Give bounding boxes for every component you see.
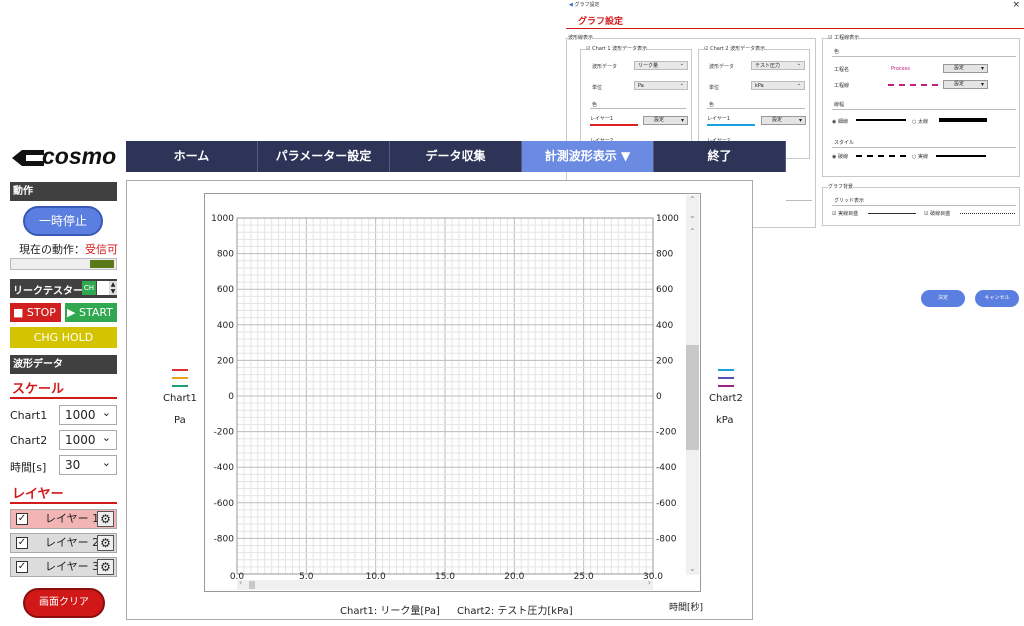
chart1-axis-unit: Pa (174, 415, 186, 426)
right-y-tick-label: 600 (656, 285, 673, 295)
right-y-tick-label: -800 (656, 534, 677, 544)
left-y-tick-label: 200 (217, 356, 234, 366)
scroll-down-icon[interactable]: ⌄ (689, 211, 696, 220)
left-y-tick-label: -800 (214, 534, 235, 544)
scroll-up-icon[interactable]: ⌃ (689, 227, 696, 236)
right-y-tick-label: 400 (656, 321, 673, 331)
left-y-tick-label: 1000 (211, 214, 234, 224)
right-y-tick-label: 0 (656, 392, 662, 402)
scroll-down-icon[interactable]: ⌄ (689, 564, 696, 573)
scroll-up-icon[interactable]: ⌃ (689, 195, 696, 204)
vertical-scroll-thumb[interactable] (686, 345, 699, 450)
chart1-caption: Chart1: リーク量[Pa] (340, 606, 440, 617)
scroll-right-icon[interactable]: › (648, 578, 651, 587)
right-y-tick-label: 1000 (656, 214, 679, 224)
left-y-tick-label: 0 (228, 392, 234, 402)
right-y-tick-label: 800 (656, 250, 673, 260)
left-y-tick-label: 400 (217, 321, 234, 331)
left-y-tick-label: -200 (214, 428, 235, 438)
left-y-tick-label: 600 (217, 285, 234, 295)
right-y-tick-label: -200 (656, 428, 677, 438)
right-y-tick-label: -600 (656, 499, 677, 509)
scroll-left-icon[interactable]: ‹ (239, 578, 242, 587)
left-y-tick-label: 800 (217, 250, 234, 260)
left-y-tick-label: -600 (214, 499, 235, 509)
vertical-scrollbar[interactable]: ⌃ ⌄ ⌃ ⌄ (686, 195, 699, 575)
horizontal-scrollbar[interactable]: ‹ › (237, 578, 653, 590)
chart2-caption: Chart2: テスト圧力[kPa] (457, 606, 573, 617)
horizontal-scroll-thumb[interactable] (249, 581, 255, 589)
chart2-axis-unit: kPa (716, 415, 734, 426)
right-y-tick-label: 200 (656, 356, 673, 366)
chart2-axis-label: Chart2 (709, 393, 743, 404)
chart1-axis-label: Chart1 (163, 393, 197, 404)
right-y-tick-label: -400 (656, 463, 677, 473)
x-axis-label: 時間[秒] (669, 603, 704, 613)
left-y-tick-label: -400 (214, 463, 235, 473)
waveform-chart: 1000 800 600 400 200 0 -200 -400 -600 -800 1000 800… (172, 214, 734, 582)
